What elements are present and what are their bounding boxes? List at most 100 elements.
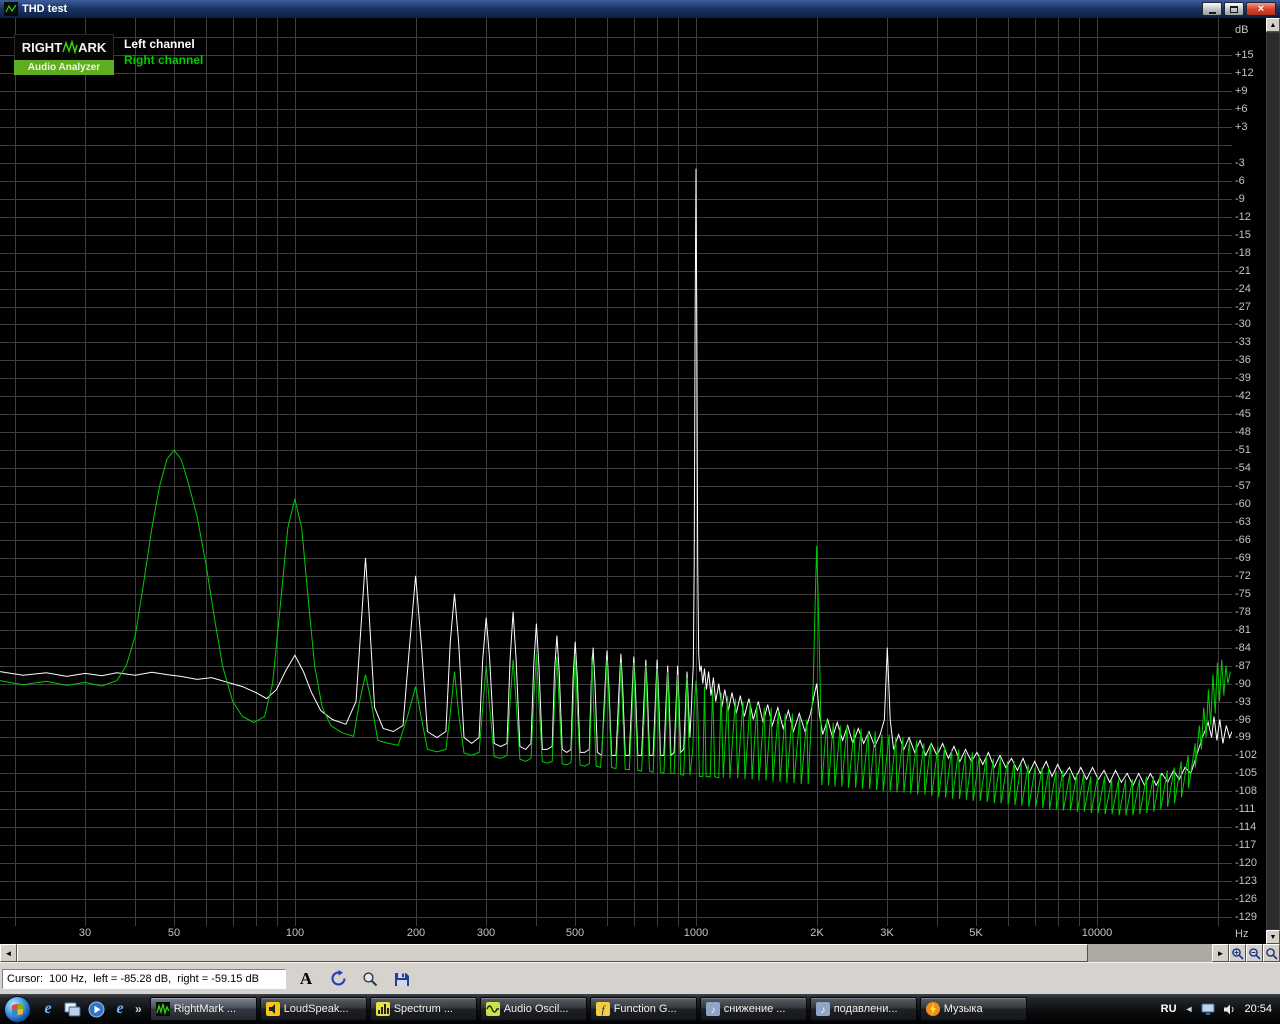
scroll-left-button[interactable]: ◄ [0, 944, 17, 962]
language-indicator[interactable]: RU [1161, 1003, 1177, 1015]
refresh-button[interactable] [326, 967, 350, 991]
db-tick-label: -54 [1235, 462, 1251, 474]
db-tick-label: -21 [1235, 265, 1251, 277]
minimize-icon [1208, 11, 1216, 14]
taskbar-button-audiodoc[interactable]: ♪ подавлени... [809, 997, 917, 1021]
db-tick-label: -45 [1235, 408, 1251, 420]
db-tick-label: -105 [1235, 767, 1258, 779]
maximize-button[interactable] [1224, 2, 1244, 16]
scroll-up-button[interactable]: ▲ [1266, 18, 1280, 32]
task-label: Audio Oscil... [503, 1003, 569, 1015]
db-tick-label: -51 [1235, 444, 1251, 456]
start-button[interactable] [4, 995, 31, 1023]
freq-tick-label: 3K [880, 927, 894, 939]
db-tick-label: -48 [1235, 426, 1251, 438]
show-desktop-icon[interactable] [63, 1000, 81, 1018]
zoom-reset-icon [1266, 947, 1278, 960]
horizontal-scrollbar[interactable] [17, 944, 1212, 962]
task-label: Function G... [613, 1003, 677, 1015]
db-tick-label: -78 [1235, 606, 1251, 618]
scroll-right-button[interactable]: ► [1212, 944, 1229, 962]
display-glyph [1201, 1003, 1215, 1015]
hz-unit-label: Hz [1235, 928, 1249, 940]
task-label: LoudSpeak... [283, 1003, 349, 1015]
frequency-axis: 30 50 100 200 300 500 1000 2K 3K 5K 10000 [0, 926, 1232, 944]
taskbar-button-audiodoc[interactable]: ♪ снижение ... [699, 997, 807, 1021]
db-tick-label: -60 [1235, 498, 1251, 510]
zoom-out-icon [1249, 947, 1261, 960]
taskbar-button-winamp[interactable]: Музыка [919, 997, 1027, 1021]
close-button[interactable]: × [1246, 2, 1276, 16]
minimize-button[interactable] [1202, 2, 1222, 16]
left-channel-trace [0, 168, 1232, 787]
tray-icon-display[interactable] [1201, 1003, 1215, 1016]
db-tick-label: -111 [1235, 803, 1256, 815]
titlebar[interactable]: THD test × [0, 0, 1280, 18]
font-button[interactable]: A [294, 967, 318, 991]
spectrum-canvas[interactable] [0, 18, 1232, 926]
db-tick-label: -123 [1235, 875, 1258, 887]
legend: Left channel Right channel [124, 36, 203, 68]
quick-launch-overflow-chevron[interactable]: » [135, 1002, 142, 1016]
spectrum-plot[interactable]: 30 50 100 200 300 500 1000 2K 3K 5K 10000 RIGHT AR… [0, 18, 1232, 944]
zoom-tool-button[interactable] [358, 967, 382, 991]
winamp-icon [925, 1002, 940, 1016]
speaker-glyph [1224, 1004, 1234, 1014]
db-tick-label: -9 [1235, 193, 1245, 205]
db-tick-label: -126 [1235, 893, 1258, 905]
internet-explorer-icon-2[interactable]: e [111, 1000, 129, 1018]
statusbar: Cursor: 100 Hz, left = -85.28 dB, right … [0, 962, 1280, 994]
internet-explorer-icon[interactable]: e [39, 1000, 57, 1018]
svg-text:♪: ♪ [820, 1005, 825, 1016]
save-button[interactable] [390, 967, 414, 991]
db-tick-label: -33 [1235, 336, 1251, 348]
tray-collapse-icon[interactable]: ◄ [1185, 1004, 1194, 1014]
zoom-out-button[interactable] [1246, 944, 1263, 962]
taskbar-button-rmaa[interactable]: RightMark ... [149, 997, 257, 1021]
volume-icon[interactable] [1223, 1003, 1236, 1016]
quick-launch: e e » [39, 1000, 142, 1018]
task-label: RightMark ... [173, 1003, 237, 1015]
spectrum-icon [375, 1002, 390, 1016]
audiodoc-icon: ♪ [815, 1002, 830, 1016]
maximize-icon [1230, 5, 1238, 13]
vertical-scrollbar-thumb[interactable] [1266, 32, 1280, 930]
db-tick-label: -84 [1235, 642, 1251, 654]
save-icon [395, 972, 409, 986]
oscilloscope-icon [485, 1002, 500, 1016]
taskbar-button-funcgen[interactable]: f Function G... [589, 997, 697, 1021]
db-tick-label: -108 [1235, 785, 1258, 797]
db-tick-label: -39 [1235, 372, 1251, 384]
freq-tick-label: 500 [565, 927, 585, 939]
show-desktop-glyph [64, 1002, 80, 1016]
db-tick-label: +3 [1235, 121, 1248, 133]
db-tick-label: -120 [1235, 857, 1258, 869]
scroll-down-button[interactable]: ▼ [1266, 930, 1280, 944]
freq-tick-label: 1000 [683, 927, 709, 939]
freq-tick-label: 30 [78, 927, 92, 939]
clock[interactable]: 20:54 [1244, 1003, 1272, 1015]
horizontal-scrollbar-thumb[interactable] [17, 944, 1088, 962]
zoom-controls [1229, 944, 1280, 962]
task-label: снижение ... [723, 1003, 786, 1015]
media-player-icon[interactable] [87, 1000, 105, 1018]
db-tick-label: -87 [1235, 660, 1251, 672]
taskbar-button-oscilloscope[interactable]: Audio Oscil... [479, 997, 587, 1021]
system-tray: RU ◄ 20:54 [1151, 1003, 1278, 1016]
taskbar-button-loudspeaker[interactable]: LoudSpeak... [259, 997, 367, 1021]
logo-text-ark: ARK [78, 40, 107, 55]
db-tick-label: +12 [1235, 67, 1254, 79]
db-tick-label: -114 [1235, 821, 1257, 833]
zoom-in-button[interactable] [1229, 944, 1246, 962]
vertical-scrollbar[interactable]: ▲ ▼ [1266, 18, 1280, 944]
taskbar-button-spectrum[interactable]: Spectrum ... [369, 997, 477, 1021]
app-window: THD test × 30 50 100 200 300 500 1000 2K 3K 5K 100… [0, 0, 1280, 1024]
svg-text:♪: ♪ [710, 1005, 715, 1016]
taskbar: e e » RightMark ... LoudSpeak... Spectrum … [0, 994, 1280, 1024]
db-tick-label: -57 [1235, 480, 1251, 492]
task-button-strip: RightMark ... LoudSpeak... Spectrum ... Aud… [149, 997, 1151, 1021]
db-tick-label: -117 [1235, 839, 1257, 851]
db-tick-label: +15 [1235, 49, 1254, 61]
zoom-reset-button[interactable] [1263, 944, 1280, 962]
db-tick-label: -24 [1235, 283, 1251, 295]
